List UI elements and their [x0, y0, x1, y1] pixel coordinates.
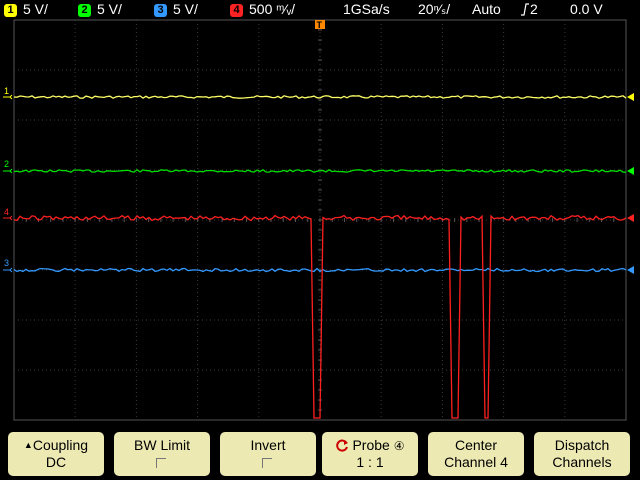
svg-text:T: T	[317, 20, 323, 30]
ch2-ground-marker[interactable]: 2	[3, 159, 13, 174]
timebase-scale[interactable]: 20ⁿ⁄ₛ/	[418, 1, 450, 18]
channel-1-scale[interactable]: 15 V/	[4, 1, 48, 18]
svg-text:3: 3	[4, 258, 9, 268]
invert-checkbox-icon	[262, 458, 272, 468]
probe-softkey[interactable]: Probe ④ 1 : 1	[322, 432, 418, 476]
trigger-source[interactable]: 2	[520, 1, 538, 18]
channel-2-trace	[13, 168, 627, 173]
ch2-right-arrow	[627, 167, 634, 175]
status-bar: 15 V/ 25 V/ 35 V/ 4 500 ᵐ⁄ᵥ/ 1GSa/s 20ⁿ⁄ₛ…	[0, 0, 640, 20]
dispatch-channels-softkey[interactable]: Dispatch Channels	[534, 432, 630, 476]
ch1-right-arrow	[627, 93, 634, 101]
trigger-level[interactable]: 0.0 V	[570, 1, 603, 18]
ch3-ground-marker[interactable]: 3	[3, 258, 13, 273]
svg-text:2: 2	[4, 159, 9, 169]
channel-2-scale[interactable]: 25 V/	[78, 1, 122, 18]
center-channel-softkey[interactable]: Center Channel 4	[428, 432, 524, 476]
trigger-position-marker[interactable]: T	[315, 20, 325, 30]
ch4-ground-marker[interactable]: 4	[3, 207, 13, 221]
probe-channel-icon: ④	[393, 439, 405, 453]
channel-3-scale[interactable]: 35 V/	[154, 1, 198, 18]
rotate-knob-icon	[335, 439, 348, 452]
graticule	[13, 19, 627, 421]
bw-limit-softkey[interactable]: BW Limit	[114, 432, 210, 476]
ch3-icon: 3	[154, 4, 167, 17]
sample-rate: 1GSa/s	[343, 1, 390, 17]
coupling-softkey[interactable]: ▲Coupling DC	[8, 432, 104, 476]
bw-limit-checkbox-icon	[156, 458, 166, 468]
ch3-right-arrow	[627, 266, 634, 274]
ch4-right-arrow	[627, 214, 634, 222]
invert-softkey[interactable]: Invert	[220, 432, 316, 476]
ch2-icon: 2	[78, 4, 91, 17]
up-arrow-icon: ▲	[23, 440, 33, 450]
svg-text:1: 1	[4, 86, 9, 96]
channel-4-scale[interactable]: 4 500 ᵐ⁄ᵥ/	[230, 1, 295, 18]
softkey-menu: ▲Coupling DC BW Limit Invert Probe ④ 1 :…	[0, 428, 640, 480]
svg-text:4: 4	[4, 207, 9, 217]
rising-edge-icon	[521, 3, 529, 16]
ch1-ground-marker[interactable]: 1	[3, 86, 13, 100]
trigger-mode[interactable]: Auto	[472, 1, 501, 18]
waveform-display: 1 2 4 3 T	[3, 19, 634, 421]
ch4-icon: 4	[230, 4, 243, 17]
ch1-icon: 1	[4, 4, 17, 17]
